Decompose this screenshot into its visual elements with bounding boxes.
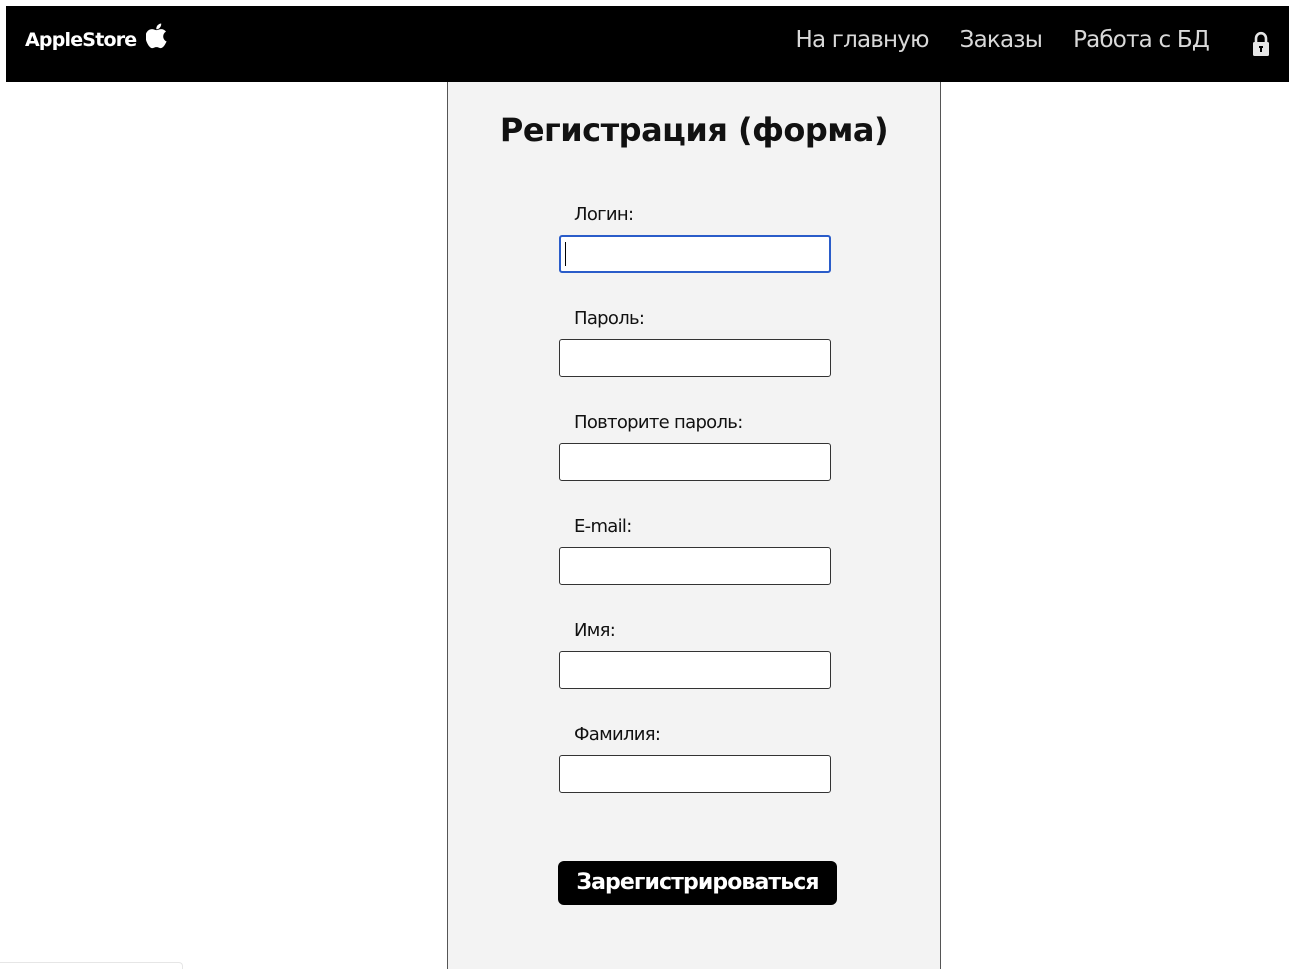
corner-widget-edge bbox=[0, 962, 183, 969]
first-name-label: Имя: bbox=[574, 620, 616, 641]
nav-link-database[interactable]: Работа с БД bbox=[1073, 26, 1210, 54]
top-navbar: AppleStore На главную Заказы Работа с БД bbox=[6, 6, 1289, 82]
password-label: Пароль: bbox=[574, 308, 645, 329]
apple-logo-icon bbox=[146, 23, 167, 49]
password-input[interactable] bbox=[559, 339, 831, 377]
nav-link-orders[interactable]: Заказы bbox=[960, 26, 1043, 54]
repeat-password-input[interactable] bbox=[559, 443, 831, 481]
repeat-password-label: Повторите пароль: bbox=[574, 412, 743, 433]
brand[interactable]: AppleStore bbox=[25, 23, 168, 53]
registration-form-panel: Регистрация (форма) Логин: Пароль: Повто… bbox=[447, 82, 941, 969]
email-input[interactable] bbox=[559, 547, 831, 585]
last-name-label: Фамилия: bbox=[574, 724, 661, 745]
first-name-input[interactable] bbox=[559, 651, 831, 689]
register-button[interactable]: Зарегистрироваться bbox=[558, 861, 837, 905]
login-input[interactable] bbox=[559, 235, 831, 273]
email-label: E-mail: bbox=[574, 516, 632, 537]
login-label: Логин: bbox=[574, 204, 634, 225]
last-name-input[interactable] bbox=[559, 755, 831, 793]
lock-icon[interactable] bbox=[1252, 31, 1270, 57]
brand-name[interactable]: AppleStore bbox=[25, 29, 137, 51]
text-caret bbox=[565, 242, 566, 266]
nav-links: На главную Заказы Работа с БД bbox=[795, 26, 1209, 54]
form-title: Регистрация (форма) bbox=[499, 111, 889, 149]
nav-link-home[interactable]: На главную bbox=[795, 26, 929, 54]
